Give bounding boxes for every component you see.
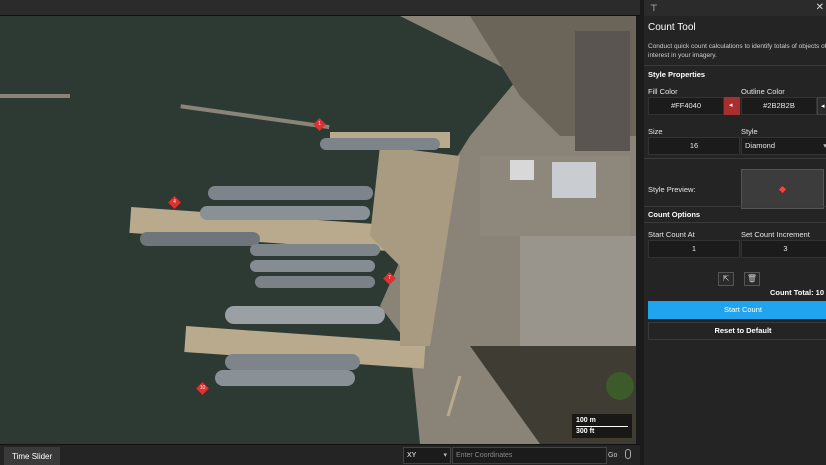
size-label: Size [648, 127, 663, 136]
color-picker-icon: ◂ [821, 103, 825, 110]
count-tool-panel: ⊤ ✕ Count Tool Conduct quick count calcu… [640, 0, 826, 465]
fill-color-field[interactable]: #FF4040 [648, 97, 724, 115]
divider [644, 158, 826, 159]
coordinate-system-select[interactable]: XY ▾ [403, 447, 451, 464]
map-toolbar [0, 0, 640, 16]
time-slider-tab[interactable]: Time Slider [4, 447, 61, 465]
coordinate-input[interactable]: Enter Coordinates [452, 447, 607, 464]
size-input[interactable]: 16 [648, 137, 740, 155]
panel-header: ⊤ ✕ [644, 0, 826, 16]
style-select[interactable]: Diamond ▾ [741, 137, 826, 155]
fill-color-picker[interactable]: ◂ [724, 97, 740, 115]
count-options-heading: Count Options [648, 210, 701, 219]
start-count-button[interactable]: Start Count [648, 301, 826, 319]
diamond-preview-icon [778, 185, 787, 194]
count-marker-label: 1 [318, 121, 321, 127]
divider [644, 222, 826, 223]
style-properties-heading: Style Properties [648, 70, 706, 79]
microphone-icon[interactable] [625, 449, 631, 459]
count-increment-label: Set Count Increment [741, 230, 810, 239]
count-marker-label: 4 [173, 199, 176, 205]
divider [644, 65, 826, 66]
satellite-imagery [0, 16, 636, 444]
style-label: Style [741, 127, 758, 136]
trash-icon: 🗑 [746, 274, 758, 283]
close-icon[interactable]: ✕ [816, 2, 824, 13]
pin-icon[interactable]: ⊤ [650, 3, 658, 14]
panel-description: Conduct quick count calculations to iden… [648, 43, 826, 59]
map-view[interactable]: 1 4 7 10 100 m 300 ft [0, 16, 636, 444]
start-count-input[interactable]: 1 [648, 240, 740, 258]
style-preview-label: Style Preview: [648, 185, 696, 194]
start-count-label: Start Count At [648, 230, 695, 239]
style-preview [741, 169, 824, 209]
export-icon: ⇱ [722, 274, 730, 283]
chevron-down-icon: ▾ [443, 452, 447, 459]
style-select-value: Diamond [745, 141, 776, 150]
outline-color-label: Outline Color [741, 87, 785, 96]
color-picker-icon: ◂ [729, 102, 733, 109]
scale-feet: 300 ft [576, 428, 595, 435]
fill-color-label: Fill Color [648, 87, 678, 96]
status-bar: Time Slider XY ▾ Enter Coordinates Go [0, 444, 640, 465]
count-marker-label: 10 [199, 385, 206, 391]
count-total: Count Total: 10 [769, 288, 824, 297]
outline-color-field[interactable]: #2B2B2B [741, 97, 817, 115]
go-button[interactable]: Go [608, 447, 624, 464]
scale-meters: 100 m [576, 416, 628, 427]
scale-bar: 100 m 300 ft [572, 414, 632, 438]
outline-color-picker[interactable]: ◂ [817, 97, 826, 115]
delete-button[interactable]: 🗑 [744, 272, 760, 286]
reset-default-button[interactable]: Reset to Default [648, 322, 826, 340]
count-increment-input[interactable]: 3 [741, 240, 826, 258]
export-button[interactable]: ⇱ [718, 272, 734, 286]
coordinate-system-value: XY [407, 452, 417, 459]
panel-title: Count Tool [648, 22, 696, 33]
divider [644, 206, 826, 207]
count-marker-label: 7 [388, 275, 391, 281]
